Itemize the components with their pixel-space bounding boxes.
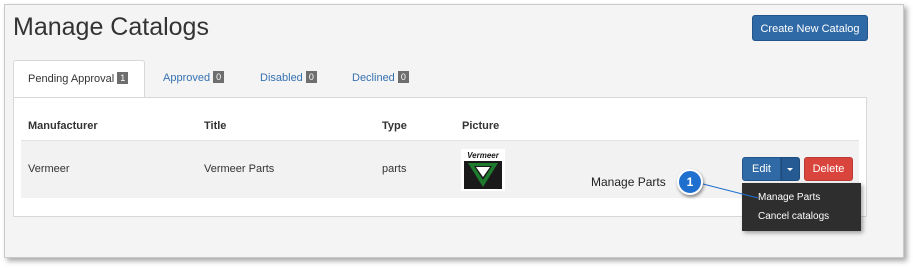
tab-label: Disabled [260,72,303,84]
callout-label: Manage Parts [591,175,666,189]
callout-marker: 1 [677,169,703,195]
tab-disabled[interactable]: Disabled 0 [260,60,317,98]
catalog-table-panel: Manufacturer Title Type Picture Vermeer … [13,97,867,217]
cell-manufacturer: Vermeer [28,163,70,175]
svg-text:Vermeer: Vermeer [467,151,500,160]
column-header-title: Title [204,120,227,132]
cell-type: parts [382,163,407,175]
count-badge: 0 [305,71,317,84]
tab-label: Declined [352,72,395,84]
menu-item-manage-parts[interactable]: Manage Parts [758,192,820,203]
count-badge: 0 [213,71,225,84]
create-catalog-button[interactable]: Create New Catalog [752,15,868,41]
column-header-picture: Picture [462,120,500,132]
tab-pending-approval[interactable]: Pending Approval 1 [13,60,145,98]
tab-label: Pending Approval [28,73,115,85]
tab-label: Approved [163,72,211,84]
edit-button[interactable]: Edit [742,157,781,181]
column-header-manufacturer: Manufacturer [28,120,98,132]
table-row[interactable]: Vermeer Vermeer Parts parts Vermeer [21,140,859,198]
page-title: Manage Catalogs [13,13,209,41]
edit-dropdown-toggle[interactable] [781,157,800,181]
count-badge: 1 [117,72,129,85]
count-badge: 0 [397,71,409,84]
menu-item-cancel-catalogs[interactable]: Cancel catalogs [758,211,829,222]
tab-declined[interactable]: Declined 0 [352,60,409,98]
vermeer-logo-image: Vermeer [461,149,505,191]
caret-down-icon [787,168,793,171]
cell-title: Vermeer Parts [204,163,275,175]
edit-dropdown-menu: Manage Parts Cancel catalogs [742,183,861,231]
tab-approved[interactable]: Approved 0 [163,60,225,98]
column-header-type: Type [382,120,407,132]
delete-button[interactable]: Delete [804,157,853,181]
